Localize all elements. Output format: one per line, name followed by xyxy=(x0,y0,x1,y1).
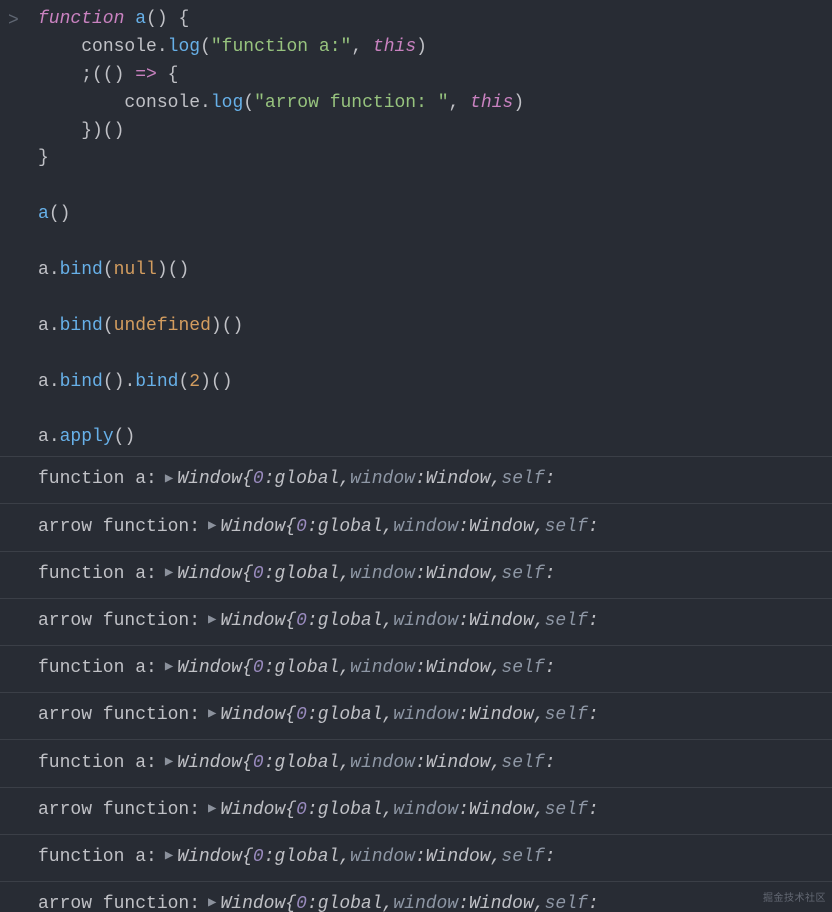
console-log-row[interactable]: arrow function: ▶Window {0: global, wind… xyxy=(0,503,832,550)
expand-icon[interactable]: ▶ xyxy=(208,516,216,538)
log-label: arrow function: xyxy=(38,702,200,730)
console-output: function a: ▶Window {0: global, window: … xyxy=(0,456,832,912)
console-code-input[interactable]: function a() { console.log("function a:"… xyxy=(38,6,524,452)
expand-icon[interactable]: ▶ xyxy=(208,704,216,726)
console-log-row[interactable]: function a: ▶Window {0: global, window: … xyxy=(0,834,832,881)
expand-icon[interactable]: ▶ xyxy=(165,657,173,679)
expand-icon[interactable]: ▶ xyxy=(208,610,216,632)
console-log-row[interactable]: function a: ▶Window {0: global, window: … xyxy=(0,551,832,598)
console-log-row[interactable]: arrow function: ▶Window {0: global, wind… xyxy=(0,692,832,739)
expand-icon[interactable]: ▶ xyxy=(165,563,173,585)
console-input-row[interactable]: > function a() { console.log("function a… xyxy=(0,0,832,456)
prompt-icon: > xyxy=(8,6,38,452)
log-label: function a: xyxy=(38,750,157,778)
log-label: arrow function: xyxy=(38,797,200,825)
console-log-row[interactable]: arrow function: ▶Window {0: global, wind… xyxy=(0,881,832,912)
expand-icon[interactable]: ▶ xyxy=(165,469,173,491)
log-label: function a: xyxy=(38,466,157,494)
expand-icon[interactable]: ▶ xyxy=(165,846,173,868)
log-label: function a: xyxy=(38,844,157,872)
expand-icon[interactable]: ▶ xyxy=(165,752,173,774)
console-log-row[interactable]: function a: ▶Window {0: global, window: … xyxy=(0,645,832,692)
log-label: function a: xyxy=(38,561,157,589)
log-label: arrow function: xyxy=(38,608,200,636)
expand-icon[interactable]: ▶ xyxy=(208,893,216,912)
devtools-console: > function a() { console.log("function a… xyxy=(0,0,832,912)
log-label: arrow function: xyxy=(38,514,200,542)
log-label: function a: xyxy=(38,655,157,683)
console-log-row[interactable]: function a: ▶Window {0: global, window: … xyxy=(0,456,832,503)
log-label: arrow function: xyxy=(38,891,200,912)
console-log-row[interactable]: arrow function: ▶Window {0: global, wind… xyxy=(0,787,832,834)
console-log-row[interactable]: function a: ▶Window {0: global, window: … xyxy=(0,739,832,786)
watermark-text: 掘金技术社区 xyxy=(763,891,826,907)
console-log-row[interactable]: arrow function: ▶Window {0: global, wind… xyxy=(0,598,832,645)
expand-icon[interactable]: ▶ xyxy=(208,799,216,821)
